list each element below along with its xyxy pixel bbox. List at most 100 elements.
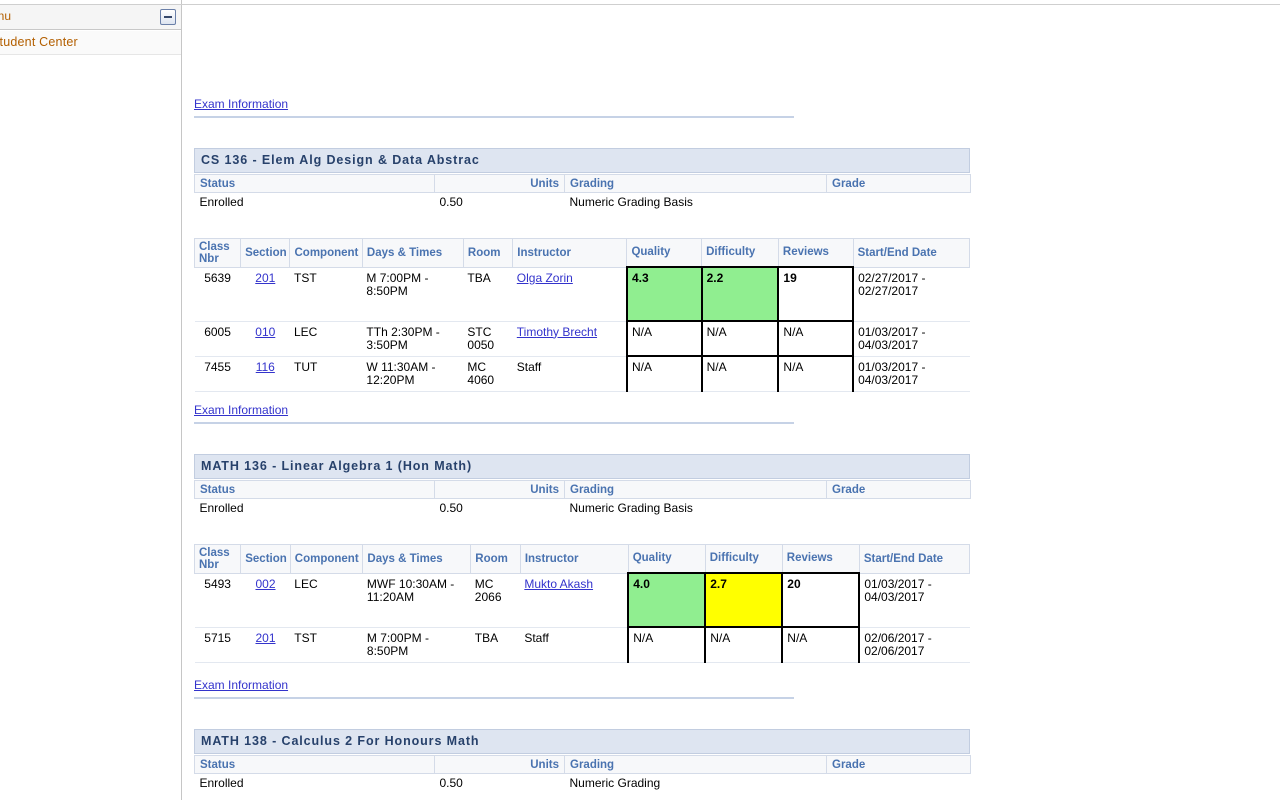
cell-units: 0.50 xyxy=(439,501,463,515)
main-content: 12:50PM N/A N/A N/A 04/03/2017 3731 101 xyxy=(182,0,1280,800)
cell-start-end-date: 02/27/2017 - 02/27/2017 xyxy=(853,267,970,322)
header-difficulty: Difficulty xyxy=(701,237,779,268)
cell-difficulty: 2.7 xyxy=(704,572,784,628)
cell-difficulty: N/A xyxy=(704,626,784,663)
header-units: Units xyxy=(434,174,565,193)
sidebar-item-student-center[interactable]: Student Center xyxy=(0,31,181,55)
section-link[interactable]: 002 xyxy=(255,577,275,591)
section-link[interactable]: 201 xyxy=(255,631,275,645)
cell-class-nbr: 5639 xyxy=(194,267,241,322)
cell-room: STC 0050 xyxy=(463,321,513,357)
cell-units: 0.50 xyxy=(439,195,463,209)
cell-status: Enrolled xyxy=(199,195,244,209)
table-row: 5493 002 LEC MWF 10:30AM - 11:20AM MC 20… xyxy=(194,572,970,628)
cell-reviews: N/A xyxy=(777,320,855,357)
cell-difficulty: N/A xyxy=(700,320,780,357)
section-link[interactable]: 116 xyxy=(256,360,275,374)
table-row: Enrolled 0.50 Numeric Grading Basis xyxy=(195,193,971,238)
cell-room: TBA xyxy=(463,267,513,322)
table-row: Enrolled 0.50 Numeric Grading Basis xyxy=(195,499,971,544)
cell-days-times: M 7:00PM - 8:50PM xyxy=(362,627,471,663)
header-room: Room xyxy=(462,237,514,268)
header-days-times: Days & Times xyxy=(361,237,464,268)
minus-icon[interactable] xyxy=(160,9,176,25)
cell-days-times: W 11:30AM - 12:20PM xyxy=(362,356,464,392)
header-class-nbr: Class Nbr xyxy=(193,543,242,574)
header-start-end-date: Start/End Date xyxy=(852,237,971,268)
header-grade: Grade xyxy=(826,755,971,774)
course-title: CS 136 - Elem Alg Design & Data Abstrac xyxy=(194,148,970,173)
main-top-divider xyxy=(182,4,1280,5)
table-row: 6005 010 LEC TTh 2:30PM - 3:50PM STC 005… xyxy=(194,320,970,357)
exam-information-link[interactable]: Exam Information xyxy=(194,97,288,111)
section-link[interactable]: 010 xyxy=(255,325,275,339)
cell-days-times: TTh 2:30PM - 3:50PM xyxy=(362,321,464,357)
cell-days-times: MWF 10:30AM - 11:20AM xyxy=(362,573,471,628)
header-grade: Grade xyxy=(826,174,971,193)
header-reviews: Reviews xyxy=(781,543,860,574)
cell-reviews: 19 xyxy=(777,266,855,322)
cell-quality: 4.0 xyxy=(627,572,707,628)
instructor-link[interactable]: Olga Zorin xyxy=(517,271,573,285)
exam-information-link[interactable]: Exam Information xyxy=(194,678,288,692)
header-status: Status xyxy=(194,480,435,499)
class-detail-table: Class Nbr Section Component Days & Times… xyxy=(193,543,971,663)
exam-divider xyxy=(194,116,794,118)
instructor-link[interactable]: Mukto Akash xyxy=(524,577,593,591)
exam-information-row: Exam Information xyxy=(194,95,982,118)
sidebar: enu Student Center xyxy=(0,0,182,800)
header-section: Section xyxy=(240,543,291,574)
exam-information-link[interactable]: Exam Information xyxy=(194,403,288,417)
cell-grade xyxy=(827,499,971,544)
cell-class-nbr: 5715 xyxy=(194,627,241,663)
header-quality: Quality xyxy=(627,543,706,574)
cell-class-nbr: 7455 xyxy=(194,356,241,392)
cell-difficulty: 2.2 xyxy=(700,266,780,322)
cell-class-nbr: 6005 xyxy=(194,321,241,357)
cell-instructor: Staff xyxy=(512,356,627,392)
exam-information-row: Exam Information xyxy=(194,676,982,699)
cell-class-nbr: 5493 xyxy=(194,573,241,628)
header-grading: Grading xyxy=(564,480,827,499)
cell-section: 201 xyxy=(240,627,291,663)
cell-difficulty: N/A xyxy=(700,355,780,392)
page-root: enu Student Center xyxy=(0,0,1280,800)
course-block-math138: MATH 138 - Calculus 2 For Honours Math S… xyxy=(194,729,982,800)
cell-status: Enrolled xyxy=(199,776,244,790)
header-instructor: Instructor xyxy=(519,543,629,574)
cell-component: TST xyxy=(289,267,363,322)
cell-quality: N/A xyxy=(625,320,703,357)
cell-room: MC 4060 xyxy=(463,356,513,392)
header-instructor: Instructor xyxy=(512,237,628,268)
cell-component: TST xyxy=(290,627,363,663)
header-section: Section xyxy=(240,237,291,268)
header-grading: Grading xyxy=(564,755,827,774)
cell-section: 002 xyxy=(240,573,291,628)
cell-grading: Numeric Grading xyxy=(569,776,661,790)
cell-quality: N/A xyxy=(625,355,703,392)
cell-reviews: N/A xyxy=(781,626,861,663)
table-row: 7455 116 TUT W 11:30AM - 12:20PM MC 4060… xyxy=(194,355,970,392)
class-detail-table: Class Nbr Section Component Days & Times… xyxy=(193,237,971,392)
course-status-table: Status Units Grading Grade Enrolled 0.50… xyxy=(194,755,971,800)
table-row: Enrolled 0.50 Numeric Grading xyxy=(195,774,971,800)
sidebar-menu-label: enu xyxy=(0,9,12,23)
section-link[interactable]: 201 xyxy=(255,271,275,285)
sidebar-menu-bar: enu xyxy=(0,5,181,30)
cell-start-end-date: 01/03/2017 - 04/03/2017 xyxy=(853,356,970,392)
header-difficulty: Difficulty xyxy=(704,543,783,574)
exam-divider xyxy=(194,697,794,699)
header-component: Component xyxy=(289,543,364,574)
sidebar-empty-area xyxy=(0,55,181,800)
course-status-table: Status Units Grading Grade Enrolled 0.50… xyxy=(194,480,971,544)
cell-component: TUT xyxy=(289,356,363,392)
instructor-link[interactable]: Timothy Brecht xyxy=(517,325,597,339)
cell-status: Enrolled xyxy=(199,501,244,515)
cell-start-end-date: 01/03/2017 - 04/03/2017 xyxy=(859,573,970,628)
course-title: MATH 136 - Linear Algebra 1 (Hon Math) xyxy=(194,454,970,479)
cell-start-end-date: 02/06/2017 - 02/06/2017 xyxy=(859,627,970,663)
cell-quality: 4.3 xyxy=(625,266,703,322)
cell-grading: Numeric Grading Basis xyxy=(569,195,693,209)
header-status: Status xyxy=(194,755,435,774)
table-row: 5639 201 TST M 7:00PM - 8:50PM TBA Olga … xyxy=(194,266,970,322)
